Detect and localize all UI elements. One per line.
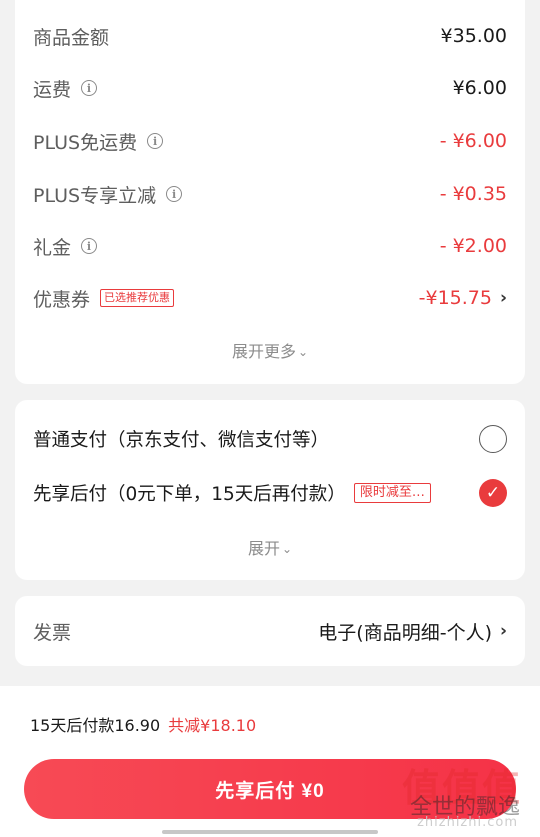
chevron-down-icon: ⌄ (297, 345, 309, 359)
price-label: PLUS专享立减 (33, 184, 157, 207)
price-label: 优惠券 (33, 288, 91, 311)
info-icon[interactable]: i (81, 238, 98, 254)
payment-option-label: 先享后付（0元下单，15天后再付款） (33, 484, 346, 505)
price-value: ¥35.00 (440, 25, 507, 47)
expand-more-label: 展开更多 (231, 342, 296, 361)
price-row-goods-amount: 商品金额 ¥35.00 (33, 20, 507, 52)
price-value: - ¥2.00 (439, 235, 507, 257)
chevron-down-icon: ⌄ (281, 542, 293, 556)
price-value: - ¥6.00 (439, 130, 507, 152)
price-details-card: 商品金额 ¥35.00 运费 i ¥6.00 PLUS免运费 i - ¥6.00 P… (15, 0, 525, 384)
price-label: 商品金额 (33, 26, 110, 49)
invoice-row[interactable]: 发票 电子(商品明细-个人) › (33, 615, 507, 647)
chevron-right-icon[interactable]: › (500, 621, 507, 641)
radio-unchecked-icon[interactable] (479, 425, 507, 453)
price-label: PLUS免运费 (33, 131, 138, 154)
savings-amount: 共减¥18.10 (168, 716, 257, 735)
payment-option-pay-later[interactable]: 先享后付（0元下单，15天后再付款） 限时减至… ✓ (33, 476, 507, 510)
pay-later-amount: 15天后付款16.90 (30, 716, 161, 735)
price-label: 运费 (33, 78, 72, 101)
info-icon[interactable]: i (147, 133, 164, 149)
price-row-plus-free-shipping: PLUS免运费 i - ¥6.00 (33, 125, 507, 157)
payment-option-normal[interactable]: 普通支付（京东支付、微信支付等） (33, 422, 507, 456)
price-row-shipping: 运费 i ¥6.00 (33, 72, 507, 104)
price-row-coupon[interactable]: 优惠券 已选推荐优惠 -¥15.75 › (33, 282, 507, 314)
info-icon[interactable]: i (166, 186, 183, 202)
invoice-card[interactable]: 发票 电子(商品明细-个人) › (15, 596, 525, 666)
price-row-plus-discount: PLUS专享立减 i - ¥0.35 (33, 178, 507, 210)
expand-payment-button[interactable]: 展开 ⌄ (15, 535, 525, 559)
payment-method-card: 普通支付（京东支付、微信支付等） 先享后付（0元下单，15天后再付款） 限时减至…… (15, 400, 525, 580)
price-label: 礼金 (33, 236, 72, 259)
submit-order-button[interactable]: 先享后付 ¥0 (24, 759, 516, 819)
coupon-badge: 已选推荐优惠 (100, 289, 175, 307)
payment-option-label: 普通支付（京东支付、微信支付等） (33, 430, 330, 451)
expand-more-button[interactable]: 展开更多 ⌄ (15, 338, 525, 362)
expand-payment-label: 展开 (247, 539, 280, 558)
limited-time-badge: 限时减至… (353, 483, 431, 503)
price-value: - ¥0.35 (439, 183, 507, 205)
price-row-gift-money: 礼金 i - ¥2.00 (33, 230, 507, 262)
invoice-label: 发票 (33, 621, 72, 644)
price-value: -¥15.75 (418, 287, 492, 309)
payment-summary: 15天后付款16.90 共减¥18.10 (30, 712, 256, 736)
checkmark-icon[interactable]: ✓ (479, 479, 507, 507)
home-indicator (162, 830, 378, 834)
chevron-right-icon[interactable]: › (500, 288, 507, 308)
info-icon[interactable]: i (81, 80, 98, 96)
price-value: ¥6.00 (452, 77, 507, 99)
checkout-footer: 15天后付款16.90 共减¥18.10 先享后付 ¥0 (0, 686, 540, 837)
invoice-value: 电子(商品明细-个人) (318, 621, 492, 644)
